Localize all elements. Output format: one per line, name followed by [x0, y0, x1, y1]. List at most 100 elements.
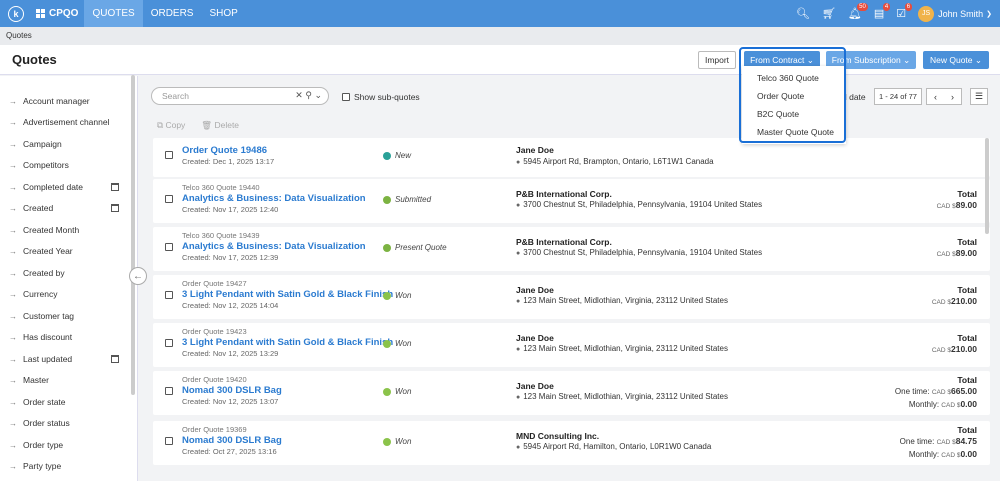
search-icon[interactable]: 🔍︎ — [796, 7, 810, 20]
top-navbar: k CPQO QUOTES ORDERS SHOP 🔍︎ 🛒︎ 🔔︎ 50 ▤ 4 … — [0, 0, 1000, 27]
sidebar-item-created-year[interactable]: → Created Year — [9, 246, 119, 256]
list-view-button[interactable]: ☰ — [970, 88, 988, 105]
currency: CAD $ — [936, 251, 956, 258]
sidebar-item-completed-date[interactable]: → Completed date — [9, 182, 119, 192]
quote-name[interactable]: Analytics & Business: Data Visualization — [182, 241, 366, 252]
app-switcher[interactable]: CPQO — [36, 8, 78, 19]
line-label: Monthly: — [908, 400, 940, 409]
one-time-amount: One time: CAD $665.00 — [895, 386, 977, 396]
quote-type: Order Quote 19420 — [182, 375, 247, 384]
row-checkbox[interactable] — [165, 195, 173, 203]
search-placeholder: Search — [162, 91, 189, 101]
tab-quotes[interactable]: QUOTES — [84, 0, 143, 27]
status-label: Won — [395, 291, 412, 300]
row-checkbox[interactable] — [165, 151, 173, 159]
bell-icon[interactable]: 🔔︎ 50 — [848, 3, 868, 20]
chevron-right-icon[interactable]: › — [951, 92, 954, 102]
amount: 210.00 — [951, 344, 977, 354]
sidebar-item-label: Master — [23, 375, 49, 385]
sidebar-item-currency[interactable]: → Currency — [9, 289, 119, 299]
arrow-right-icon: → — [9, 225, 17, 235]
row-checkbox[interactable] — [165, 437, 173, 445]
customer-name: Jane Doe — [516, 285, 554, 295]
list-item[interactable]: Order Quote 19427 3 Light Pendant with S… — [153, 275, 990, 319]
address-text: 3700 Chestnut St, Philadelphia, Pennsylv… — [523, 248, 763, 257]
checkbox[interactable] — [342, 93, 350, 101]
quote-type: Telco 360 Quote 19440 — [182, 183, 260, 192]
customer-name: Jane Doe — [516, 333, 554, 343]
customer-name: Jane Doe — [516, 381, 554, 391]
quote-name[interactable]: Analytics & Business: Data Visualization — [182, 193, 366, 204]
sidebar-item-order-state[interactable]: → Order state — [9, 397, 119, 407]
list-item[interactable]: Order Quote 19486 Created: Dec 1, 2025 1… — [153, 138, 990, 177]
chevron-down-icon: ❯ — [986, 10, 992, 18]
quote-name[interactable]: Order Quote 19486 — [182, 145, 267, 156]
sidebar-item-advertisement-channel[interactable]: → Advertisement channel — [9, 117, 119, 127]
chevron-left-icon[interactable]: ‹ — [934, 92, 937, 102]
sidebar-item-has-discount[interactable]: → Has discount — [9, 332, 119, 342]
app-logo[interactable]: k — [8, 5, 24, 22]
user-menu[interactable]: JS John Smith ❯ — [918, 5, 992, 22]
arrow-right-icon: → — [9, 354, 17, 364]
address-text: 123 Main Street, Midlothian, Virginia, 2… — [523, 392, 728, 401]
check-circle-icon — [383, 339, 391, 348]
arrow-right-icon: → — [9, 246, 17, 256]
sidebar-item-created[interactable]: → Created — [9, 203, 119, 213]
import-button[interactable]: Import — [698, 51, 736, 69]
approvals-icon[interactable]: ☑ 6 — [896, 3, 913, 20]
sidebar-item-order-status[interactable]: → Order status — [9, 418, 119, 428]
tab-orders[interactable]: ORDERS — [143, 0, 202, 27]
tasks-icon[interactable]: ▤ 4 — [874, 3, 891, 20]
customer-name: MND Consulting Inc. — [516, 431, 600, 441]
show-subquotes-toggle[interactable]: Show sub-quotes — [342, 92, 420, 102]
page-title: Quotes — [12, 52, 57, 67]
list-item[interactable]: Telco 360 Quote 19440 Analytics & Busine… — [153, 179, 990, 223]
breadcrumb[interactable]: Quotes — [0, 27, 1000, 45]
sidebar-item-created-month[interactable]: → Created Month — [9, 225, 119, 235]
sidebar-item-created-by[interactable]: → Created by — [9, 268, 119, 278]
sidebar-item-customer-tag[interactable]: → Customer tag — [9, 311, 119, 321]
quote-name[interactable]: 3 Light Pendant with Satin Gold & Black … — [182, 289, 393, 300]
cart-icon[interactable]: 🛒︎ — [822, 7, 836, 20]
copy-label: Copy — [165, 120, 186, 130]
row-checkbox[interactable] — [165, 387, 173, 395]
row-checkbox[interactable] — [165, 339, 173, 347]
customer-address: ● 5945 Airport Rd, Hamilton, Ontario, L0R… — [516, 442, 711, 451]
status-badge: Won — [383, 387, 411, 396]
sidebar-item-master[interactable]: → Master — [9, 375, 119, 385]
copy-button[interactable]: ⧉ Copy — [157, 120, 185, 131]
status-label: New — [395, 151, 412, 160]
list-scrollbar[interactable] — [985, 138, 989, 234]
list-item[interactable]: Order Quote 19420 Nomad 300 DSLR Bag Cre… — [153, 371, 990, 415]
sidebar-item-account-manager[interactable]: → Account manager — [9, 96, 119, 106]
sidebar-item-campaign[interactable]: → Campaign — [9, 139, 119, 149]
new-quote-button[interactable]: New Quote ⌄ — [923, 51, 989, 69]
address-text: 5945 Airport Rd, Hamilton, Ontario, L0R1… — [523, 442, 712, 451]
sidebar-item-competitors[interactable]: → Competitors — [9, 160, 119, 170]
row-checkbox[interactable] — [165, 243, 173, 251]
status-badge: New — [383, 151, 411, 160]
currency: CAD $ — [936, 439, 956, 446]
sidebar-item-party-type[interactable]: → Party type — [9, 461, 119, 471]
list-item[interactable]: Order Quote 19369 Nomad 300 DSLR Bag Cre… — [153, 421, 990, 465]
quote-name[interactable]: Nomad 300 DSLR Bag — [182, 435, 282, 446]
search-icon[interactable]: ⚲ — [305, 90, 312, 100]
delete-button[interactable]: 🗑︎ Delete — [201, 120, 239, 131]
list-item[interactable]: Order Quote 19423 3 Light Pendant with S… — [153, 323, 990, 367]
status-badge: Won — [383, 437, 411, 446]
arrow-right-icon: → — [9, 139, 17, 149]
sidebar-scrollbar[interactable] — [131, 75, 135, 395]
quote-name[interactable]: Nomad 300 DSLR Bag — [182, 385, 282, 396]
clear-icon[interactable]: ✕ — [295, 90, 303, 100]
collapse-sidebar-button[interactable]: ← — [129, 267, 147, 285]
sidebar-item-last-updated[interactable]: → Last updated — [9, 354, 119, 364]
search-input[interactable]: Search ✕ ⚲ ⌄ — [151, 87, 329, 105]
address-text: 5945 Airport Rd, Brampton, Ontario, L6T1… — [523, 157, 714, 166]
row-checkbox[interactable] — [165, 291, 173, 299]
list-item[interactable]: Telco 360 Quote 19439 Analytics & Busine… — [153, 227, 990, 271]
quote-name[interactable]: 3 Light Pendant with Satin Gold & Black … — [182, 337, 393, 348]
sidebar-item-order-type[interactable]: → Order type — [9, 440, 119, 450]
chevron-down-icon[interactable]: ⌄ — [314, 90, 322, 100]
status-badge: Won — [383, 291, 411, 300]
tab-shop[interactable]: SHOP — [201, 0, 245, 27]
